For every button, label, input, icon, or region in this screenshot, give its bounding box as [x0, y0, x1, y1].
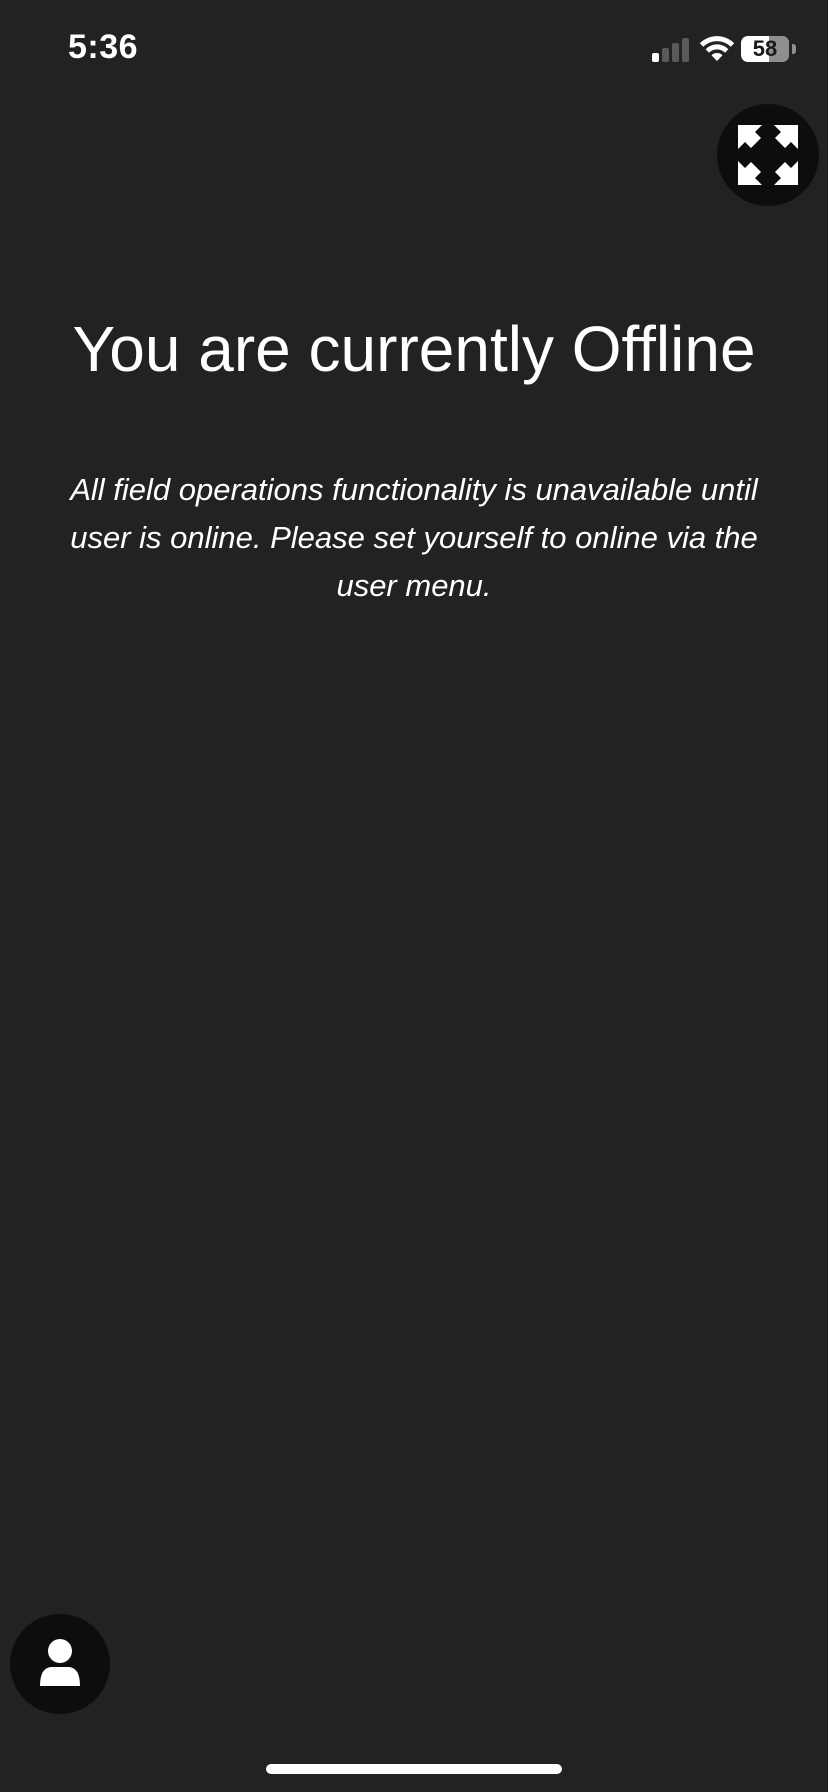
status-time: 5:36	[68, 28, 139, 66]
offline-message: All field operations functionality is un…	[70, 472, 758, 603]
wifi-icon	[699, 34, 735, 62]
signal-bar	[662, 48, 669, 62]
status-bar: 5:36 58	[0, 0, 828, 100]
user-icon	[40, 1639, 80, 1686]
battery-icon: 58	[741, 36, 789, 62]
expand-arrows-icon	[738, 125, 798, 185]
user-menu-button[interactable]	[10, 1614, 110, 1714]
signal-bar	[672, 43, 679, 62]
home-indicator[interactable]	[266, 1764, 562, 1774]
battery-nub	[792, 44, 796, 54]
signal-bar	[682, 38, 689, 62]
signal-icon	[652, 36, 692, 62]
battery-percent: 58	[752, 36, 778, 61]
expand-button[interactable]	[717, 104, 819, 206]
signal-bar	[652, 53, 659, 62]
page-title: You are currently Offline	[72, 313, 756, 385]
